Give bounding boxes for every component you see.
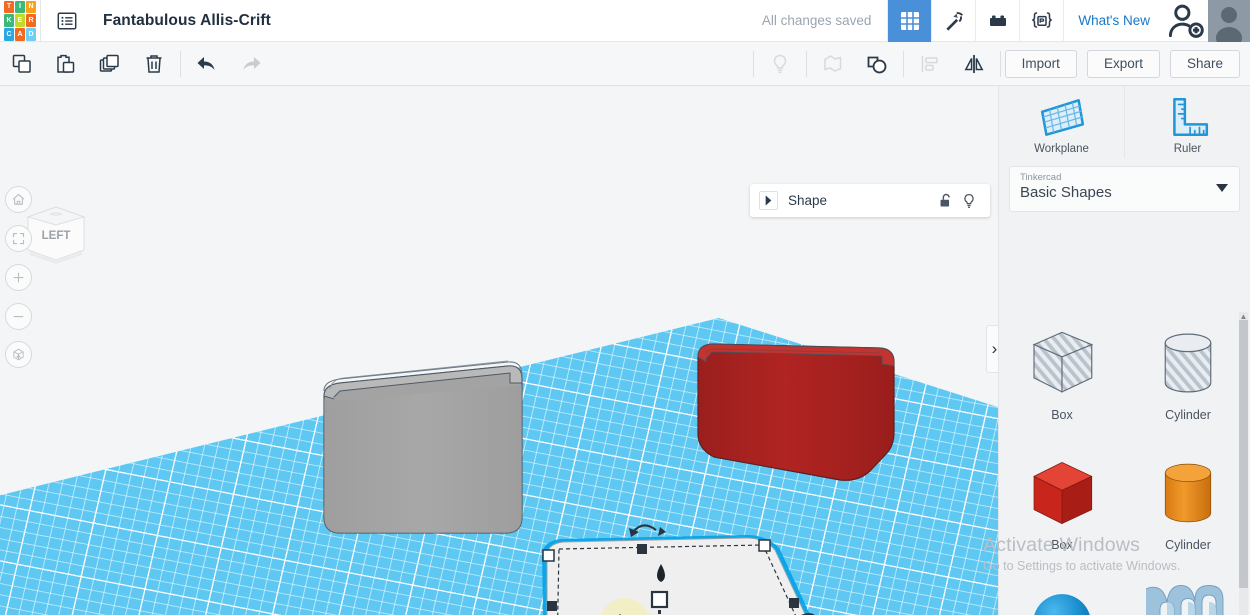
divider (902, 50, 904, 77)
home-view-icon[interactable] (5, 186, 32, 213)
codeblocks-icon[interactable] (1019, 0, 1063, 42)
panel-collapse-chevron[interactable]: › (986, 325, 998, 373)
align-icon (908, 42, 952, 86)
unlock-padlock-icon[interactable] (933, 192, 957, 209)
ruler-icon (1172, 97, 1208, 137)
page-title[interactable]: Fantabulous Allis-Crift (93, 12, 271, 30)
shape-label: Box (1051, 538, 1073, 552)
chevron-right-icon[interactable] (759, 191, 778, 210)
redo-icon[interactable] (229, 42, 273, 86)
logo-tile: D (26, 27, 36, 41)
workplane-tool-label: Workplane (1034, 143, 1089, 155)
shapes-grid: Box Cylinder Box Cylinder (999, 308, 1250, 615)
shapes-side-panel: Workplane Ruler Tinkercad Basic Shapes B… (998, 86, 1250, 615)
zoom-out-icon[interactable] (5, 303, 32, 330)
copy-icon[interactable] (0, 42, 44, 86)
solid-sphere-icon (1034, 594, 1090, 615)
edit-toolbar: Import Export Share (0, 42, 1250, 86)
red-hollow-box[interactable] (680, 329, 905, 494)
solid-cylinder-icon (1164, 463, 1212, 523)
solid-box-icon (1033, 461, 1093, 525)
logo-tile: I (15, 0, 25, 14)
paste-icon[interactable] (44, 42, 88, 86)
shape-label: Cylinder (1165, 538, 1211, 552)
divider (752, 50, 754, 77)
share-button[interactable]: Share (1169, 49, 1240, 78)
library-group-label: Tinkercad (1020, 172, 1062, 183)
shape-item-hole-box[interactable]: Box (999, 308, 1125, 438)
scroll-up-arrow-icon[interactable]: ▲ (1239, 312, 1248, 321)
shape-panel[interactable]: Shape (750, 184, 990, 217)
divider (180, 50, 181, 77)
workplane-icon (1040, 99, 1084, 136)
ruler-tool[interactable]: Ruler (1124, 86, 1250, 158)
workplane-tool[interactable]: Workplane (999, 86, 1124, 158)
gray-hollow-box[interactable] (310, 341, 540, 541)
shape-item-scribble[interactable]: Scribble (1125, 568, 1250, 615)
tinkercad-app: T I N K E R C A D Fantabulous Allis-Crif… (0, 0, 1250, 615)
shape-label: Cylinder (1165, 408, 1211, 422)
hole-box-icon (1032, 331, 1094, 393)
minecraft-pickaxe-icon[interactable] (931, 0, 975, 42)
shape-panel-title: Shape (788, 193, 828, 208)
shapes-grid-wrapper[interactable]: Box Cylinder Box Cylinder (999, 308, 1250, 615)
scribble-icon (1146, 584, 1224, 615)
delete-trash-icon[interactable] (132, 42, 176, 86)
divider (999, 50, 1001, 77)
library-selected-value: Basic Shapes (1020, 184, 1112, 201)
import-button[interactable]: Import (1004, 49, 1077, 78)
shape-item-solid-sphere[interactable]: Sphere (999, 568, 1125, 615)
logo-tile: E (15, 14, 25, 27)
logo-tile: T (4, 0, 14, 14)
save-status: All changes saved (761, 13, 872, 28)
light-bulb-icon[interactable] (957, 192, 981, 210)
shape-item-hole-cylinder[interactable]: Cylinder (1125, 308, 1250, 438)
logo-tile: C (4, 27, 14, 41)
ruler-tool-label: Ruler (1173, 143, 1202, 155)
shape-item-solid-cylinder[interactable]: Cylinder (1125, 438, 1250, 568)
grid-view-icon[interactable] (887, 0, 932, 42)
light-bulb-icon (758, 42, 802, 86)
view-cube-label: LEFT (42, 230, 71, 242)
workplane-handle (650, 590, 669, 609)
undo-icon[interactable] (185, 42, 229, 86)
logo-tile: A (15, 27, 25, 41)
logo-tile: K (4, 14, 14, 27)
top-bar: T I N K E R C A D Fantabulous Allis-Crif… (0, 0, 1250, 42)
zoom-in-icon[interactable] (5, 264, 32, 291)
white-flat-box[interactable] (525, 516, 850, 615)
export-button[interactable]: Export (1086, 49, 1160, 78)
duplicate-icon[interactable] (88, 42, 132, 86)
orthographic-view-icon[interactable] (5, 341, 32, 368)
lego-brick-icon[interactable] (975, 0, 1019, 42)
tinkercad-logo[interactable]: T I N K E R C A D (0, 0, 40, 42)
group-icon (811, 42, 855, 86)
add-user-icon[interactable] (1164, 0, 1208, 42)
hole-cylinder-icon (1164, 333, 1212, 393)
chevron-down-icon[interactable] (1216, 184, 1228, 192)
fit-to-view-icon[interactable] (5, 225, 32, 252)
shape-label: Box (1051, 408, 1073, 422)
avatar[interactable] (1208, 0, 1250, 42)
logo-tile: N (26, 0, 36, 14)
logo-tile: R (26, 14, 36, 27)
divider (805, 50, 807, 77)
ungroup-icon[interactable] (855, 42, 899, 86)
shape-item-solid-box[interactable]: Box (999, 438, 1125, 568)
shapes-scrollbar-thumb[interactable] (1239, 320, 1248, 588)
editor-canvas[interactable]: LEFT Shape › (0, 86, 998, 615)
view-cube[interactable]: LEFT (22, 204, 90, 266)
shape-library-select[interactable]: Tinkercad Basic Shapes (1009, 166, 1240, 212)
whats-new-link[interactable]: What's New (1063, 0, 1164, 42)
panel-tools-row: Workplane Ruler (999, 86, 1250, 158)
mirror-icon[interactable] (952, 42, 996, 86)
menu-list-icon[interactable] (41, 0, 93, 42)
